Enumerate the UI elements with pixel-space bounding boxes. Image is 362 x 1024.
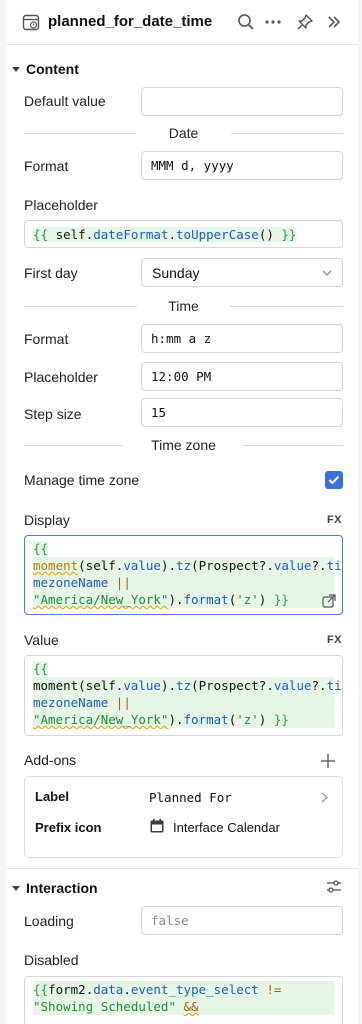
caret-down-icon [12, 66, 20, 72]
disabled-label: Disabled [24, 952, 79, 968]
step-size-label: Step size [24, 406, 82, 422]
addon-label-value[interactable]: Planned For [149, 790, 232, 805]
addon-prefix-icon-title: Prefix icon [35, 820, 102, 835]
pin-icon[interactable] [295, 12, 315, 32]
value-fx-toggle[interactable]: FX [327, 634, 342, 646]
date-placeholder-label: Placeholder [24, 197, 98, 213]
content-section-toggle[interactable]: Content [12, 61, 79, 77]
display-label: Display [24, 512, 70, 528]
caret-down-icon [12, 885, 20, 891]
more-icon[interactable] [263, 12, 283, 32]
section-title-content: Content [26, 61, 79, 77]
step-size-input[interactable]: 15 [141, 398, 343, 427]
default-value-input[interactable] [141, 87, 343, 116]
loading-input[interactable]: false [141, 906, 343, 935]
time-placeholder-input[interactable]: 12:00 PM [141, 362, 343, 391]
date-divider: Date [24, 126, 343, 140]
disabled-code-editor[interactable]: {{form2.data.event_type_select != "Showi… [24, 976, 343, 1024]
interaction-section-toggle[interactable]: Interaction [12, 880, 98, 896]
checkmark-icon [328, 475, 340, 485]
date-format-label: Format [24, 158, 69, 174]
header-divider [6, 44, 358, 45]
addons-label: Add-ons [24, 752, 77, 768]
inspector-header: planned_for_date_time [6, 0, 358, 44]
first-day-label: First day [24, 265, 78, 281]
collapse-icon[interactable] [324, 12, 344, 32]
date-placeholder-code[interactable]: {{ self.dateFormat.toUpperCase() }} [24, 220, 343, 248]
chevron-right-icon[interactable] [321, 792, 328, 803]
default-value-label: Default value [24, 93, 106, 109]
first-day-select[interactable]: Sunday [141, 258, 343, 287]
chevron-down-icon [322, 270, 332, 276]
time-format-label: Format [24, 331, 69, 347]
value-code-editor[interactable]: {{ moment(self.value).tz(Prospect?.value… [24, 655, 343, 736]
search-icon[interactable] [236, 12, 256, 32]
manage-timezone-checkbox[interactable] [325, 471, 343, 489]
display-fx-toggle[interactable]: FX [327, 514, 342, 526]
calendar-icon [150, 818, 164, 833]
sliders-icon[interactable] [326, 879, 342, 895]
value-label: Value [24, 632, 59, 648]
addon-prefix-icon-value[interactable]: Interface Calendar [173, 820, 280, 835]
time-format-input[interactable]: h:mm a z [141, 324, 343, 353]
date-format-input[interactable]: MMM d, yyyy [141, 151, 343, 180]
time-placeholder-label: Placeholder [24, 369, 98, 385]
section-title-interaction: Interaction [26, 880, 98, 896]
inspector-panel: planned_for_date_time Content Default va… [6, 0, 358, 1024]
loading-label: Loading [24, 913, 74, 929]
time-divider: Time [24, 299, 343, 313]
manage-timezone-label: Manage time zone [24, 472, 140, 488]
display-code-editor[interactable]: {{ moment(self.value).tz(Prospect?.value… [24, 535, 343, 615]
first-day-value: Sunday [152, 264, 200, 281]
date-component-icon [22, 14, 40, 31]
component-name[interactable]: planned_for_date_time [48, 13, 212, 30]
addon-label-title: Label [35, 789, 69, 804]
timezone-divider: Time zone [24, 438, 343, 452]
expand-editor-icon[interactable] [322, 594, 336, 608]
add-icon[interactable] [320, 753, 336, 769]
section-divider [6, 868, 358, 869]
addons-card: Label Planned For Prefix icon Interface … [24, 776, 343, 858]
